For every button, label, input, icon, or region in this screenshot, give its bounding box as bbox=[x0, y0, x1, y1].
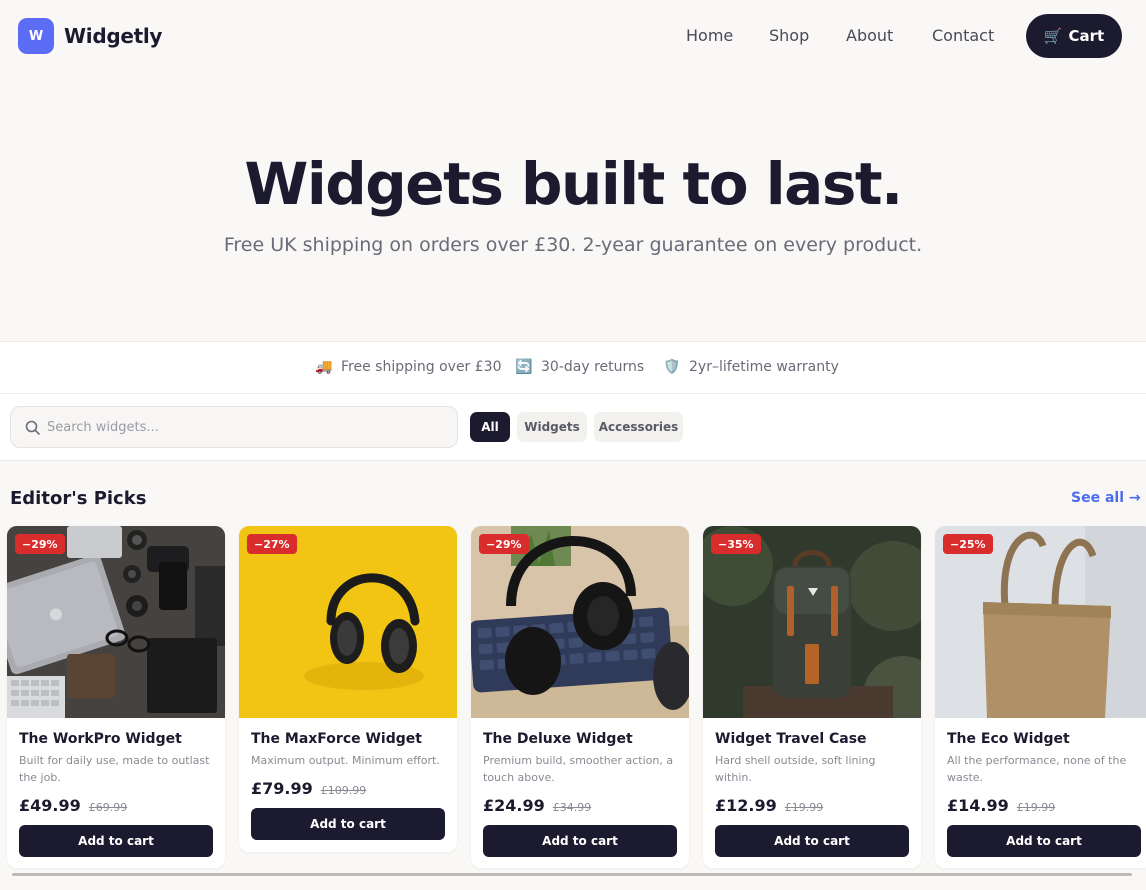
search-box bbox=[10, 406, 458, 448]
search-input[interactable] bbox=[47, 407, 447, 447]
product-card-travel-case[interactable]: −35% Widget Travel Case Hard shell outsi… bbox=[703, 526, 921, 868]
tote-bag-photo bbox=[935, 526, 1146, 718]
brand-name[interactable]: Widgetly bbox=[64, 24, 162, 48]
horizontal-scrollbar[interactable] bbox=[12, 873, 1132, 876]
shopping-cart-icon: 🛒 bbox=[1043, 27, 1063, 45]
product-price: £79.99 bbox=[251, 779, 313, 798]
perk-label: Free shipping over £30 bbox=[341, 359, 502, 375]
product-name[interactable]: Widget Travel Case bbox=[715, 731, 867, 747]
headphones-keyboard-photo bbox=[471, 526, 689, 718]
product-old-price: £19.99 bbox=[1016, 801, 1056, 814]
hero-title: Widgets built to last. bbox=[244, 150, 903, 218]
product-card-workpro[interactable]: −29% The WorkPro Widget Built for daily … bbox=[7, 526, 225, 868]
product-description: Hard shell outside, soft lining within. bbox=[715, 754, 876, 784]
product-image[interactable]: −27% bbox=[239, 526, 457, 718]
product-old-price: £109.99 bbox=[320, 784, 367, 797]
perks-strip: 🚚 Free shipping over £30 🔄 30-day return… bbox=[0, 341, 1146, 394]
add-to-cart-button[interactable]: Add to cart bbox=[19, 825, 213, 857]
cart-button[interactable]: 🛒 Cart bbox=[1026, 14, 1122, 58]
price-row: £14.99 £19.99 bbox=[947, 796, 1055, 815]
product-name[interactable]: The Deluxe Widget bbox=[483, 731, 633, 747]
product-price: £12.99 bbox=[715, 796, 777, 815]
product-image[interactable]: −25% bbox=[935, 526, 1146, 718]
discount-badge: −29% bbox=[15, 534, 65, 554]
perk-warranty: 🛡️ 2yr–lifetime warranty bbox=[663, 359, 839, 375]
product-old-price: £34.99 bbox=[552, 801, 592, 814]
nav-link-contact[interactable]: Contact bbox=[932, 26, 994, 45]
nav-link-shop[interactable]: Shop bbox=[769, 26, 809, 45]
discount-badge: −25% bbox=[943, 534, 993, 554]
perk-label: 30-day returns bbox=[541, 359, 645, 375]
discount-badge: −35% bbox=[711, 534, 761, 554]
product-price: £24.99 bbox=[483, 796, 545, 815]
product-name[interactable]: The WorkPro Widget bbox=[19, 731, 182, 747]
product-old-price: £69.99 bbox=[88, 801, 128, 814]
perk-returns: 🔄 30-day returns bbox=[515, 359, 644, 375]
discount-badge: −27% bbox=[247, 534, 297, 554]
shield-icon: 🛡️ bbox=[663, 359, 681, 375]
product-image[interactable]: −35% bbox=[703, 526, 921, 718]
product-card-maxforce[interactable]: −27% The MaxForce Widget Maximum output.… bbox=[239, 526, 457, 852]
price-row: £24.99 £34.99 bbox=[483, 796, 591, 815]
product-name[interactable]: The Eco Widget bbox=[947, 731, 1070, 747]
section-title: Editor's Picks bbox=[10, 488, 147, 509]
filter-chip-widgets[interactable]: Widgets bbox=[517, 412, 587, 442]
product-price: £49.99 bbox=[19, 796, 81, 815]
perk-shipping: 🚚 Free shipping over £30 bbox=[315, 359, 501, 375]
filter-chip-accessories[interactable]: Accessories bbox=[594, 412, 683, 442]
filter-chip-all[interactable]: All bbox=[470, 412, 510, 442]
add-to-cart-button[interactable]: Add to cart bbox=[483, 825, 677, 857]
add-to-cart-button[interactable]: Add to cart bbox=[947, 825, 1141, 857]
add-to-cart-button[interactable]: Add to cart bbox=[715, 825, 909, 857]
backpack-photo bbox=[703, 526, 921, 718]
site-header: W Widgetly Home Shop About Contact 🛒 Car… bbox=[0, 0, 1146, 72]
product-old-price: £19.99 bbox=[784, 801, 824, 814]
headphones-photo bbox=[239, 526, 457, 718]
add-to-cart-button[interactable]: Add to cart bbox=[251, 808, 445, 840]
price-row: £79.99 £109.99 bbox=[251, 779, 366, 798]
product-description: All the performance, none of the waste. bbox=[947, 754, 1127, 784]
price-row: £12.99 £19.99 bbox=[715, 796, 823, 815]
nav-link-home[interactable]: Home bbox=[686, 26, 733, 45]
delivery-truck-icon: 🚚 bbox=[315, 359, 333, 375]
filter-bar: All Widgets Accessories bbox=[0, 394, 1146, 461]
returns-arrows-icon: 🔄 bbox=[515, 359, 533, 375]
product-image[interactable]: −29% bbox=[471, 526, 689, 718]
product-price: £14.99 bbox=[947, 796, 1009, 815]
see-all-link[interactable]: See all → bbox=[1071, 490, 1141, 506]
perk-label: 2yr–lifetime warranty bbox=[689, 359, 839, 375]
product-description: Premium build, smoother action, a touch … bbox=[483, 754, 674, 784]
cart-label: Cart bbox=[1068, 27, 1105, 45]
price-row: £49.99 £69.99 bbox=[19, 796, 127, 815]
discount-badge: −29% bbox=[479, 534, 529, 554]
desk-laptop-photo bbox=[7, 526, 225, 718]
product-card-deluxe[interactable]: −29% The Deluxe Widget Premium build, sm… bbox=[471, 526, 689, 868]
product-description: Maximum output. Minimum effort. bbox=[251, 754, 440, 767]
product-description: Built for daily use, made to outlast the… bbox=[19, 754, 210, 784]
product-name[interactable]: The MaxForce Widget bbox=[251, 731, 422, 747]
nav-link-about[interactable]: About bbox=[846, 26, 893, 45]
search-icon bbox=[25, 420, 40, 435]
hero-subtitle: Free UK shipping on orders over £30. 2-y… bbox=[223, 234, 923, 256]
logo-icon[interactable]: W bbox=[18, 18, 54, 54]
product-image[interactable]: −29% bbox=[7, 526, 225, 718]
product-card-eco[interactable]: −25% The Eco Widget All the performance,… bbox=[935, 526, 1146, 868]
